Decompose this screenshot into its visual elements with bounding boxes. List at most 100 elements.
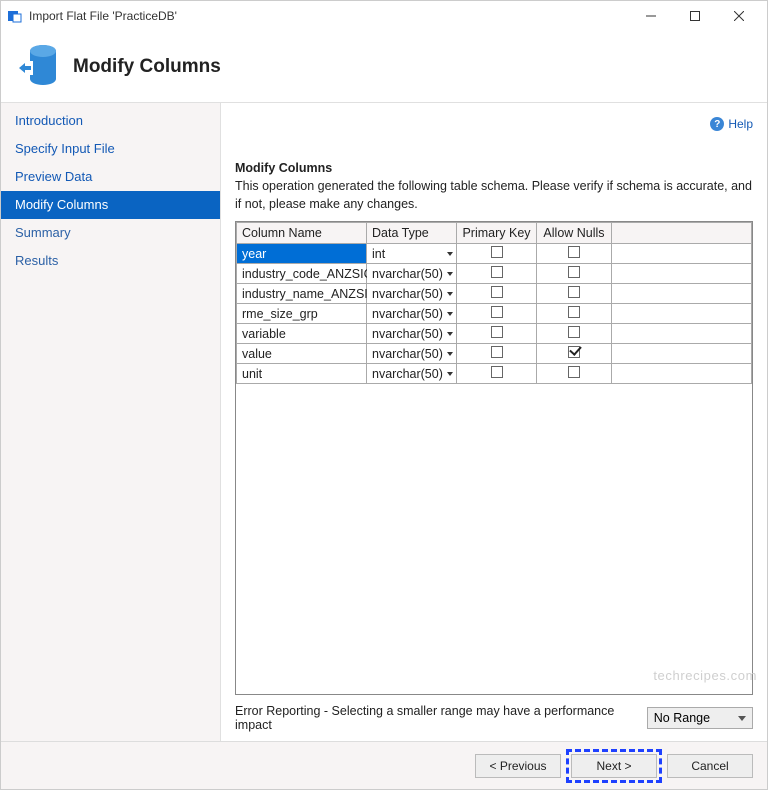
- chevron-down-icon: [738, 716, 746, 721]
- cell-primary-key[interactable]: [457, 304, 537, 324]
- cell-primary-key[interactable]: [457, 244, 537, 264]
- chevron-down-icon: [447, 332, 453, 336]
- cell-allow-nulls[interactable]: [537, 364, 612, 384]
- cell-primary-key[interactable]: [457, 284, 537, 304]
- table-row[interactable]: industry_code_ANZSICnvarchar(50): [237, 264, 752, 284]
- error-reporting-row: Error Reporting - Selecting a smaller ra…: [235, 705, 753, 731]
- cell-data-type[interactable]: int: [367, 244, 457, 264]
- cell-extra: [612, 304, 752, 324]
- section-description: This operation generated the following t…: [235, 177, 753, 213]
- cell-data-type[interactable]: nvarchar(50): [367, 344, 457, 364]
- checkbox-primary-key[interactable]: [491, 266, 503, 278]
- checkbox-allow-nulls[interactable]: [568, 306, 580, 318]
- cell-allow-nulls[interactable]: [537, 284, 612, 304]
- close-button[interactable]: [717, 2, 761, 30]
- checkbox-allow-nulls[interactable]: [568, 286, 580, 298]
- schema-grid[interactable]: Column Name Data Type Primary Key Allow …: [235, 221, 753, 695]
- cell-extra: [612, 264, 752, 284]
- chevron-down-icon: [447, 312, 453, 316]
- checkbox-allow-nulls[interactable]: [568, 326, 580, 338]
- cancel-button[interactable]: Cancel: [667, 754, 753, 778]
- cell-data-type[interactable]: nvarchar(50): [367, 364, 457, 384]
- sidebar-item-modify-columns[interactable]: Modify Columns: [1, 191, 220, 219]
- table-row[interactable]: yearint: [237, 244, 752, 264]
- cell-allow-nulls[interactable]: [537, 244, 612, 264]
- col-header-pk[interactable]: Primary Key: [457, 223, 537, 244]
- cell-column-name[interactable]: rme_size_grp: [237, 304, 367, 324]
- titlebar: Import Flat File 'PracticeDB': [1, 1, 767, 31]
- app-icon: [7, 8, 23, 24]
- maximize-button[interactable]: [673, 2, 717, 30]
- range-dropdown[interactable]: No Range: [647, 707, 753, 729]
- cell-data-type[interactable]: nvarchar(50): [367, 284, 457, 304]
- cell-column-name[interactable]: unit: [237, 364, 367, 384]
- grid-header-row: Column Name Data Type Primary Key Allow …: [237, 223, 752, 244]
- error-reporting-label: Error Reporting - Selecting a smaller ra…: [235, 704, 647, 732]
- cell-data-type[interactable]: nvarchar(50): [367, 324, 457, 344]
- content: Introduction Specify Input File Preview …: [1, 103, 767, 741]
- sidebar-item-introduction[interactable]: Introduction: [1, 107, 220, 135]
- col-header-nulls[interactable]: Allow Nulls: [537, 223, 612, 244]
- window-title: Import Flat File 'PracticeDB': [29, 9, 629, 23]
- help-icon[interactable]: ?: [710, 117, 724, 131]
- cell-extra: [612, 364, 752, 384]
- checkbox-primary-key[interactable]: [491, 306, 503, 318]
- checkbox-primary-key[interactable]: [491, 366, 503, 378]
- help-row: ? Help: [235, 113, 753, 135]
- cell-data-type[interactable]: nvarchar(50): [367, 264, 457, 284]
- previous-button[interactable]: < Previous: [475, 754, 561, 778]
- cell-column-name[interactable]: industry_name_ANZSIC: [237, 284, 367, 304]
- checkbox-allow-nulls[interactable]: [568, 366, 580, 378]
- chevron-down-icon: [447, 272, 453, 276]
- cell-extra: [612, 324, 752, 344]
- cell-column-name[interactable]: industry_code_ANZSIC: [237, 264, 367, 284]
- cell-data-type[interactable]: nvarchar(50): [367, 304, 457, 324]
- chevron-down-icon: [447, 252, 453, 256]
- checkbox-primary-key[interactable]: [491, 286, 503, 298]
- col-header-datatype[interactable]: Data Type: [367, 223, 457, 244]
- cell-primary-key[interactable]: [457, 324, 537, 344]
- checkbox-primary-key[interactable]: [491, 326, 503, 338]
- sidebar-item-results[interactable]: Results: [1, 247, 220, 275]
- table-row[interactable]: industry_name_ANZSICnvarchar(50): [237, 284, 752, 304]
- table-row[interactable]: unitnvarchar(50): [237, 364, 752, 384]
- sidebar-item-summary[interactable]: Summary: [1, 219, 220, 247]
- wizard-sidebar: Introduction Specify Input File Preview …: [1, 103, 221, 741]
- sidebar-item-preview-data[interactable]: Preview Data: [1, 163, 220, 191]
- chevron-down-icon: [447, 292, 453, 296]
- checkbox-allow-nulls[interactable]: [568, 346, 580, 358]
- window: Import Flat File 'PracticeDB' Modify Col…: [0, 0, 768, 790]
- chevron-down-icon: [447, 352, 453, 356]
- cell-allow-nulls[interactable]: [537, 304, 612, 324]
- next-button[interactable]: Next >: [571, 754, 657, 778]
- cell-column-name[interactable]: value: [237, 344, 367, 364]
- checkbox-primary-key[interactable]: [491, 246, 503, 258]
- database-icon: [13, 41, 57, 93]
- wizard-header: Modify Columns: [1, 31, 767, 103]
- wizard-footer: < Previous Next > Cancel: [1, 741, 767, 789]
- cell-allow-nulls[interactable]: [537, 324, 612, 344]
- cell-allow-nulls[interactable]: [537, 344, 612, 364]
- checkbox-allow-nulls[interactable]: [568, 246, 580, 258]
- cell-allow-nulls[interactable]: [537, 264, 612, 284]
- help-link[interactable]: Help: [728, 117, 753, 131]
- minimize-button[interactable]: [629, 2, 673, 30]
- chevron-down-icon: [447, 372, 453, 376]
- cell-column-name[interactable]: variable: [237, 324, 367, 344]
- page-title: Modify Columns: [73, 56, 221, 78]
- table-row[interactable]: variablenvarchar(50): [237, 324, 752, 344]
- sidebar-item-specify-input[interactable]: Specify Input File: [1, 135, 220, 163]
- cell-primary-key[interactable]: [457, 264, 537, 284]
- cell-extra: [612, 244, 752, 264]
- cell-extra: [612, 344, 752, 364]
- main-panel: ? Help Modify Columns This operation gen…: [221, 103, 767, 741]
- table-row[interactable]: valuenvarchar(50): [237, 344, 752, 364]
- col-header-name[interactable]: Column Name: [237, 223, 367, 244]
- cell-primary-key[interactable]: [457, 344, 537, 364]
- checkbox-primary-key[interactable]: [491, 346, 503, 358]
- cell-extra: [612, 284, 752, 304]
- table-row[interactable]: rme_size_grpnvarchar(50): [237, 304, 752, 324]
- cell-primary-key[interactable]: [457, 364, 537, 384]
- checkbox-allow-nulls[interactable]: [568, 266, 580, 278]
- cell-column-name[interactable]: year: [237, 244, 367, 264]
